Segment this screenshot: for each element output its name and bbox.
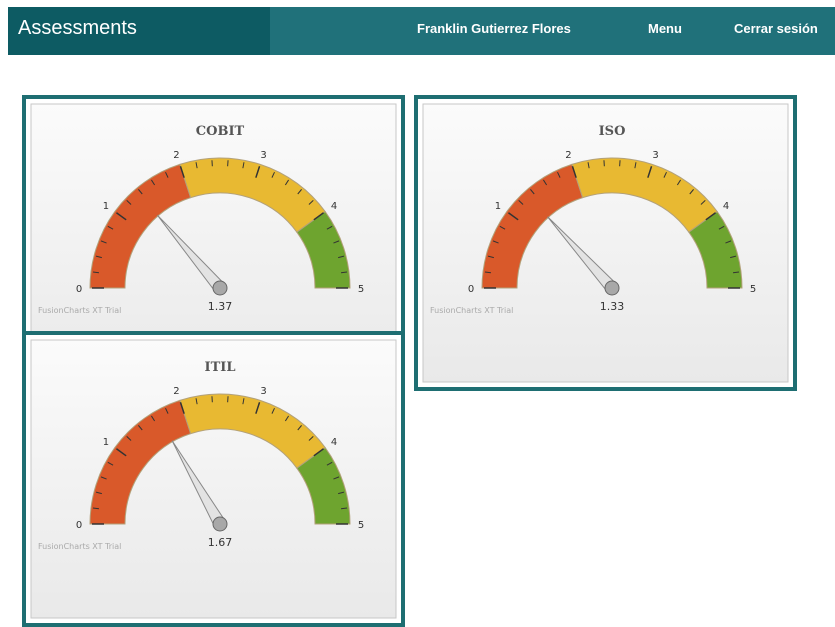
gauge-watermark: FusionCharts XT Trial [38, 542, 121, 551]
gauge-card-iso: ISO 0 1 2 3 4 5 1.33 FusionCharts XT Trial [414, 95, 797, 391]
gauge-chart-iso: ISO 0 1 2 3 4 5 1.33 FusionCharts XT Trial [422, 103, 789, 383]
gauge-tick-label: 0 [468, 284, 474, 295]
gauge-tick-label: 2 [565, 150, 571, 161]
gauge-tick-label: 3 [260, 386, 266, 397]
gauge-pivot [605, 281, 619, 295]
gauge-tick-label: 5 [358, 520, 364, 531]
gauge-tick-label: 1 [495, 201, 501, 212]
gauge-value-label: 1.67 [208, 536, 233, 549]
gauge-tick-label: 5 [750, 284, 756, 295]
gauge-tick-label: 1 [103, 437, 109, 448]
brand-area[interactable]: Assessments [8, 7, 270, 55]
top-navbar: Assessments Franklin Gutierrez Flores Me… [8, 7, 835, 55]
gauge-value-label: 1.33 [600, 300, 625, 313]
gauge-tick-label: 4 [331, 201, 337, 212]
gauge-tick-label: 1 [103, 201, 109, 212]
gauge-pivot [213, 281, 227, 295]
gauge-tick-label: 5 [358, 284, 364, 295]
gauge-tick-label: 4 [331, 437, 337, 448]
gauge-title: ISO [599, 124, 626, 139]
menu-link[interactable]: Menu [648, 21, 682, 36]
gauge-value-label: 1.37 [208, 300, 233, 313]
gauge-chart-itil: ITIL 0 1 2 3 4 5 1.67 FusionCharts XT Trial [30, 339, 397, 619]
gauge-tick-label: 4 [723, 201, 729, 212]
gauge-pivot [213, 517, 227, 531]
gauge-tick-label: 3 [652, 150, 658, 161]
user-name-link[interactable]: Franklin Gutierrez Flores [417, 21, 571, 36]
gauge-tick-label: 0 [76, 284, 82, 295]
logout-link[interactable]: Cerrar sesión [734, 21, 818, 36]
gauge-tick-label: 2 [173, 386, 179, 397]
gauge-title: COBIT [196, 124, 245, 139]
gauge-tick-label: 2 [173, 150, 179, 161]
gauge-watermark: FusionCharts XT Trial [38, 306, 121, 315]
gauge-card-itil: ITIL 0 1 2 3 4 5 1.67 FusionCharts XT Trial [22, 331, 405, 627]
gauge-title: ITIL [205, 360, 236, 375]
gauge-watermark: FusionCharts XT Trial [430, 306, 513, 315]
brand-title[interactable]: Assessments [18, 17, 137, 40]
gauge-tick-label: 3 [260, 150, 266, 161]
gauge-tick-label: 0 [76, 520, 82, 531]
